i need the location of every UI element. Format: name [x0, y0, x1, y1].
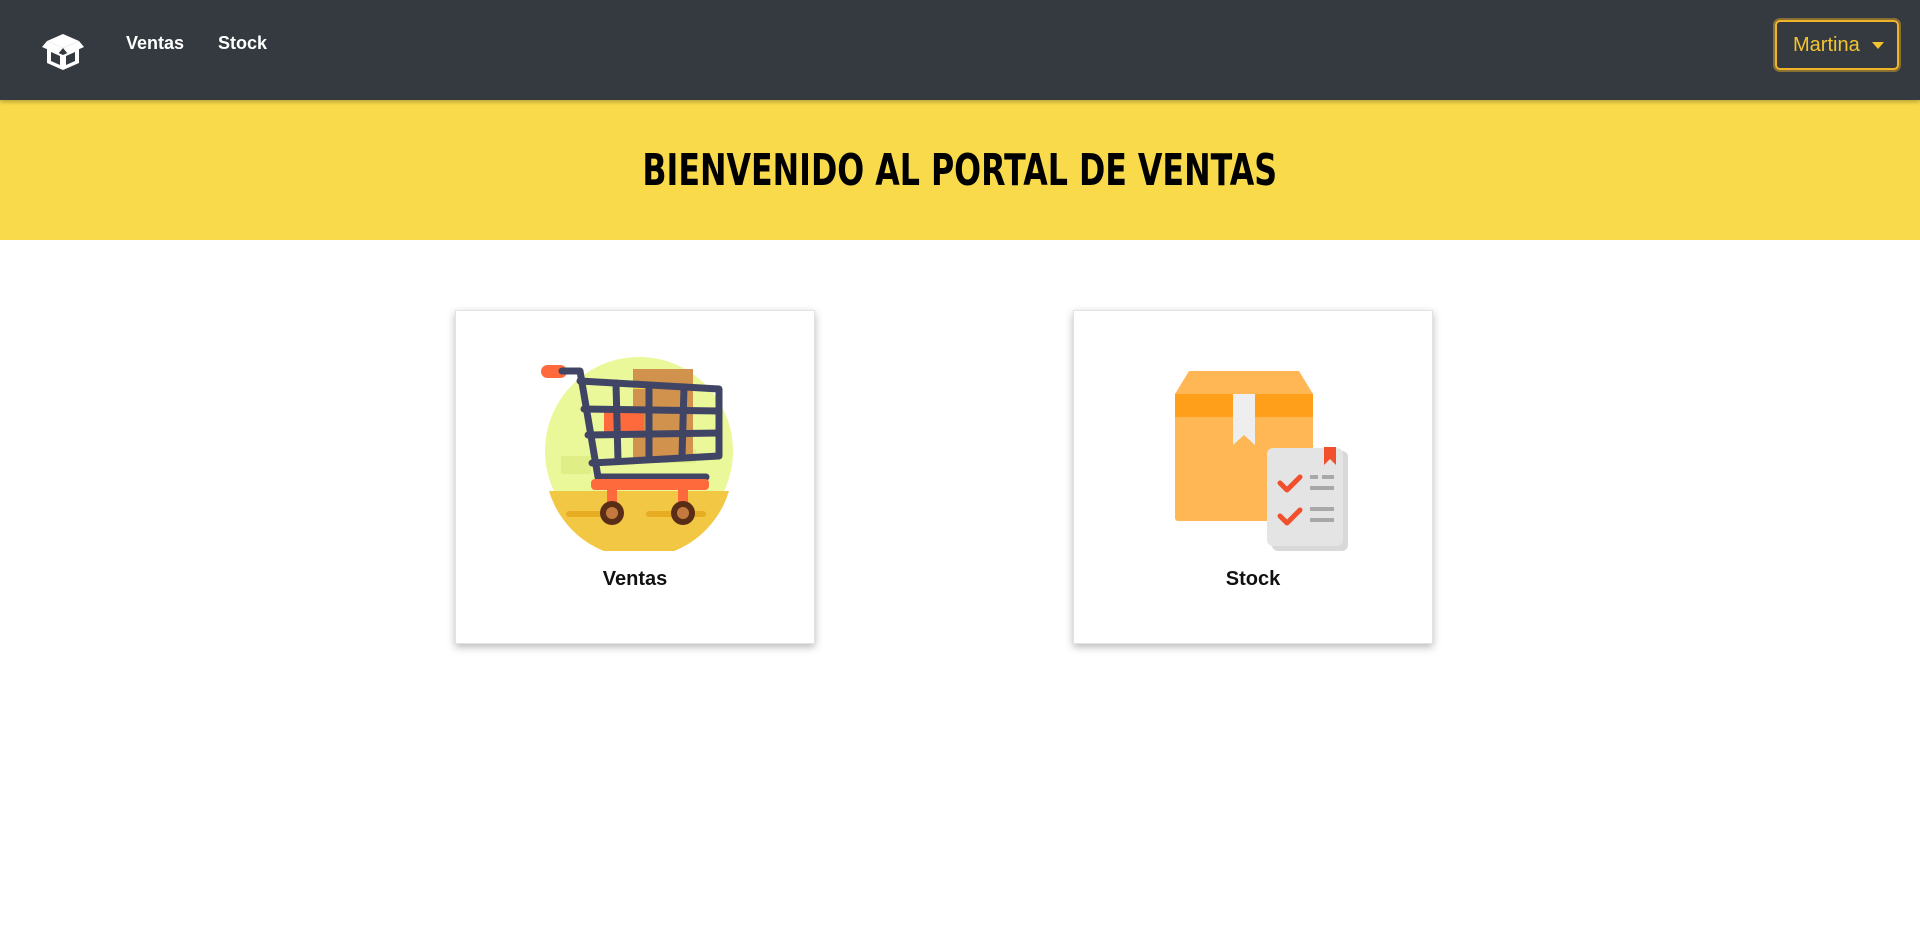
welcome-banner: BIENVENIDO AL PORTAL DE VENTAS [0, 100, 1920, 240]
shopping-cart-icon [541, 357, 733, 551]
top-navbar: Ventas Stock Martina [0, 0, 1920, 100]
nav-link-stock[interactable]: Stock [218, 33, 267, 54]
stock-card[interactable]: Stock [1073, 310, 1433, 644]
ventas-card[interactable]: Ventas [455, 310, 815, 644]
user-name: Martina [1793, 33, 1860, 56]
open-box-logo-icon[interactable] [39, 26, 87, 74]
stock-card-label: Stock [1225, 568, 1281, 590]
chevron-down-icon [1871, 41, 1884, 49]
box-checklist-icon [1175, 371, 1348, 551]
user-menu-button[interactable]: Martina [1775, 20, 1899, 70]
page-title: BIENVENIDO AL PORTAL DE VENTAS [642, 144, 1278, 196]
nav-link-ventas[interactable]: Ventas [126, 33, 184, 54]
ventas-card-label: Ventas [602, 568, 668, 590]
